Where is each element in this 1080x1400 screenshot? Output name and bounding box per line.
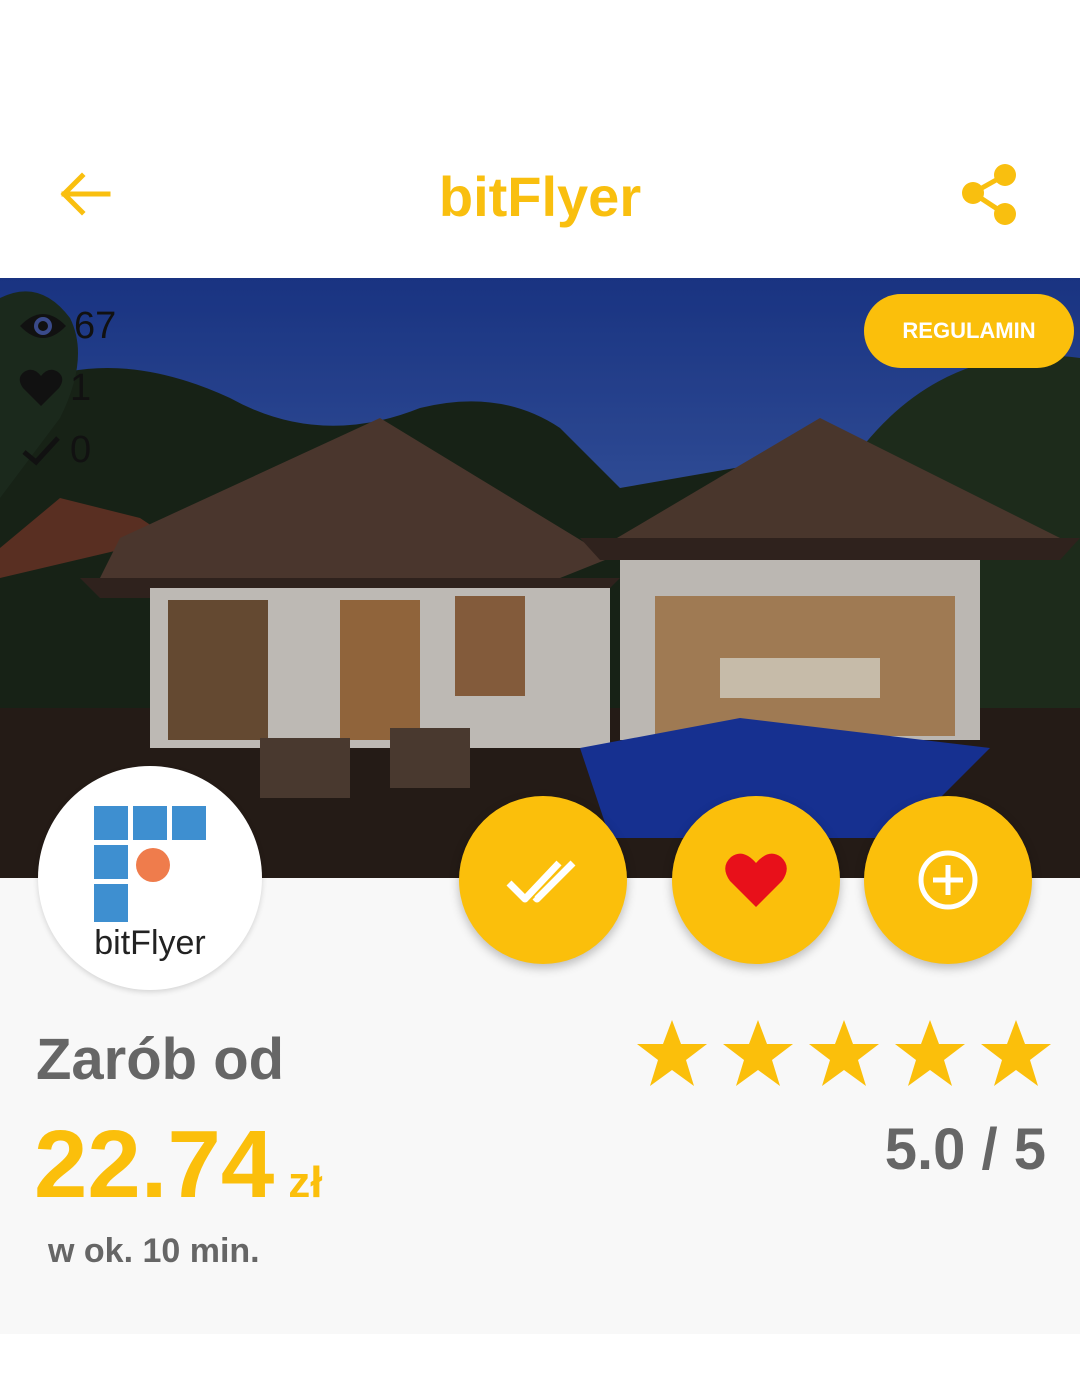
plus-circle-icon [918, 850, 978, 910]
earn-label: Zarób od [36, 1027, 285, 1092]
completed-count: 0 [70, 428, 92, 471]
amount-value: 22.74 [34, 1111, 275, 1218]
app-bar: bitFlyer [0, 0, 1080, 278]
add-button[interactable] [864, 796, 1032, 964]
favorite-button[interactable] [672, 796, 840, 964]
star-rating [636, 1018, 1066, 1088]
views-stat: 67 [18, 295, 116, 357]
amount-currency: zł [288, 1158, 323, 1207]
stats-panel: 67 1 0 [18, 295, 116, 481]
share-button[interactable] [955, 160, 1025, 230]
heart-icon [725, 853, 787, 907]
likes-count: 1 [70, 366, 92, 409]
terms-button[interactable]: REGULAMIN [864, 294, 1074, 368]
page-title: bitFlyer [438, 165, 642, 228]
heart-icon [19, 369, 63, 406]
share-icon [962, 164, 1016, 225]
mark-done-button[interactable] [459, 796, 627, 964]
logo-text: bitFlyer [94, 924, 206, 962]
reward-amount: 22.74 zł [34, 1110, 322, 1220]
time-estimate: w ok. 10 min. [48, 1232, 260, 1270]
star-icon [723, 1020, 793, 1086]
check-icon [22, 436, 60, 466]
completed-stat: 0 [18, 419, 116, 481]
eye-icon [20, 314, 66, 338]
star-icon [637, 1020, 707, 1086]
star-icon [895, 1020, 965, 1086]
double-check-icon [506, 860, 576, 903]
likes-stat: 1 [18, 357, 116, 419]
brand-logo: bitFlyer [38, 766, 262, 990]
views-count: 67 [74, 304, 117, 347]
star-icon [809, 1020, 879, 1086]
rating-value: 5.0 / 5 [884, 1117, 1046, 1182]
star-icon [981, 1020, 1051, 1086]
